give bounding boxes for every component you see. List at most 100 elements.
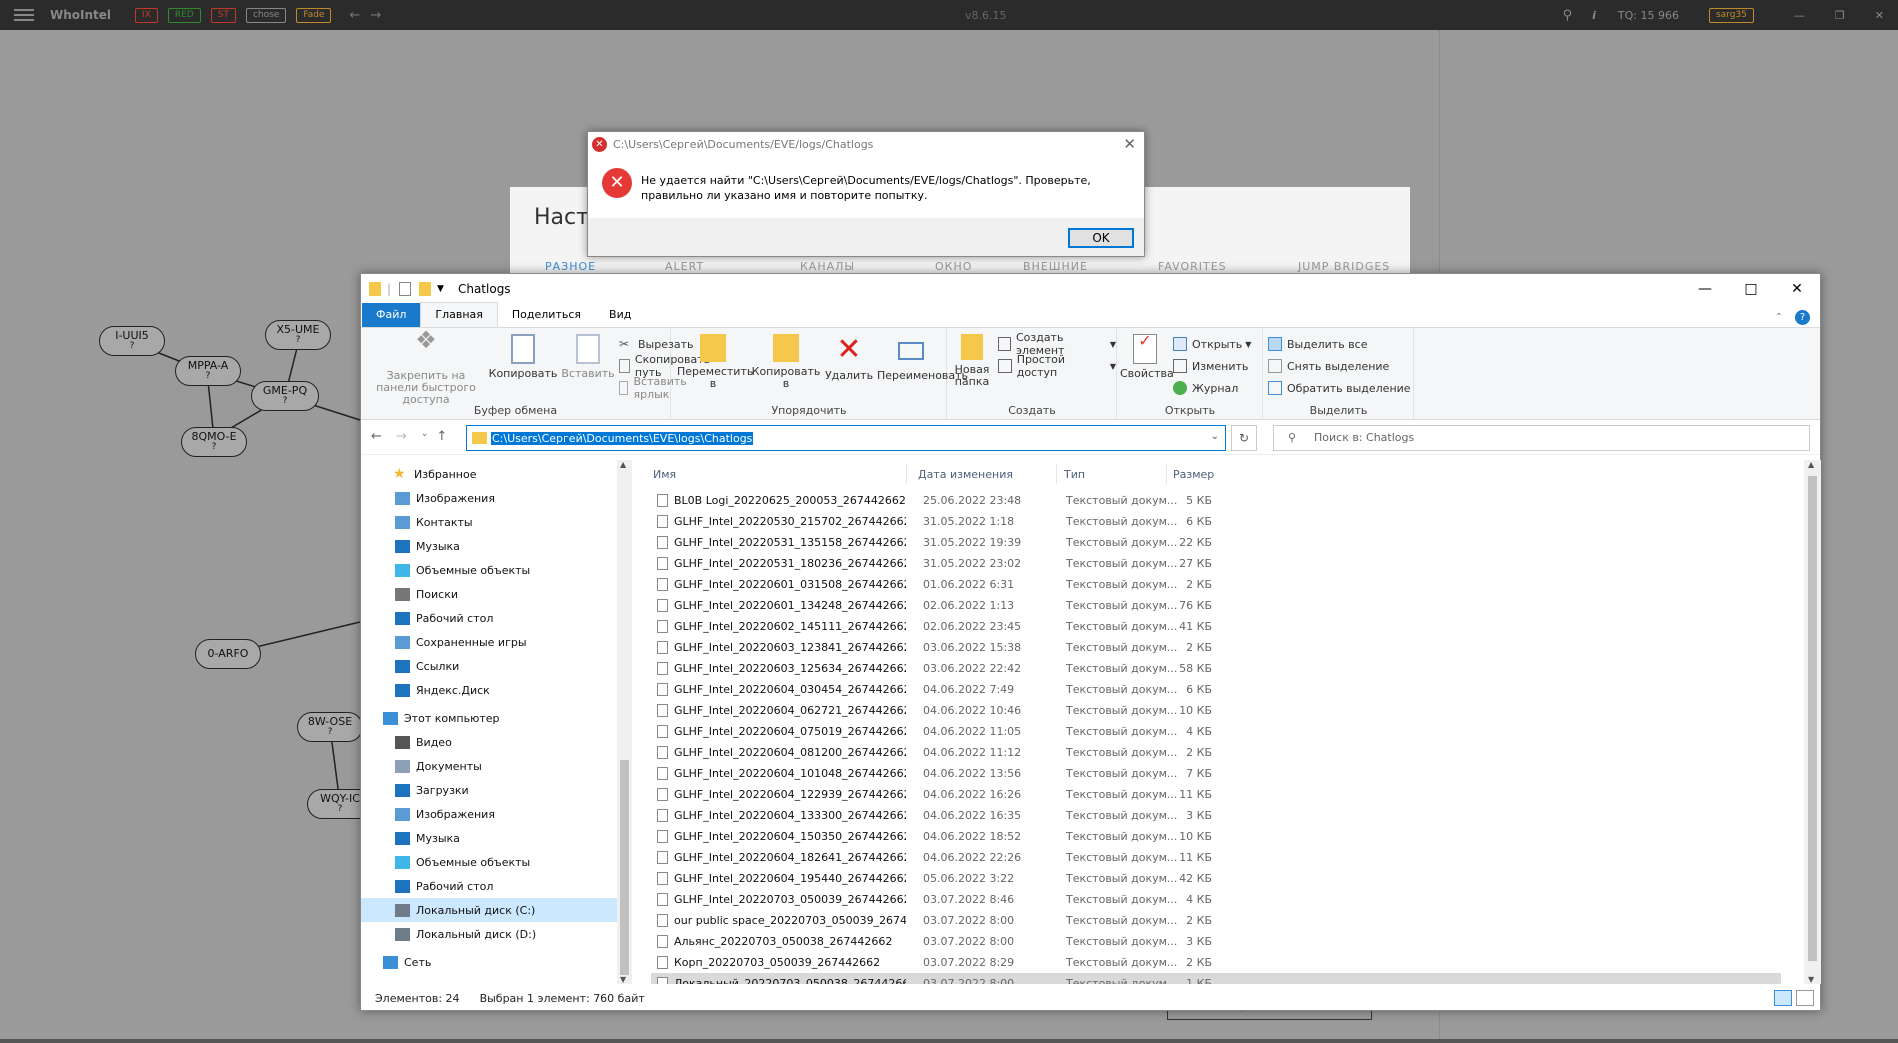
paste-button[interactable]: Вставить [560, 334, 616, 380]
file-row[interactable]: GLHF_Intel_20220603_125634_267442662 03.0… [651, 658, 1781, 679]
pin-button[interactable]: ❖ Закрепить на панели быстрого доступа [366, 328, 486, 406]
close-icon[interactable]: ✕ [1875, 9, 1884, 22]
copy-to-button[interactable]: Копировать в [751, 334, 821, 390]
file-row[interactable]: GLHF_Intel_20220604_195440_267442662 05.0… [651, 868, 1781, 889]
nav-item[interactable]: Локальный диск (D:) [361, 922, 617, 946]
file-row[interactable]: GLHF_Intel_20220604_122939_267442662 04.0… [651, 784, 1781, 805]
map-node[interactable]: 8W-OSE? [297, 712, 363, 742]
nav-item[interactable]: Сеть [361, 950, 617, 974]
map-node[interactable]: X5-UME? [265, 320, 331, 350]
file-row[interactable]: BL0B Logi_20220625_200053_267442662 25.06… [651, 490, 1781, 511]
scroll-up-icon[interactable]: ▲ [620, 460, 626, 469]
new-folder-quick-icon[interactable] [419, 282, 432, 296]
map-node[interactable]: MPPA-A? [175, 356, 241, 386]
rename-button[interactable]: Переименовать [877, 334, 968, 382]
new-folder-button[interactable]: Новая папка [950, 334, 994, 388]
file-row[interactable]: GLHF_Intel_20220604_081200_267442662 04.0… [651, 742, 1781, 763]
minimize-icon[interactable]: — [1682, 274, 1728, 304]
file-row[interactable]: Корп_20220703_050039_267442662 03.07.2022… [651, 952, 1781, 973]
edit-button[interactable]: Изменить [1173, 356, 1248, 376]
large-icons-view-icon[interactable] [1796, 990, 1814, 1006]
file-row[interactable]: GLHF_Intel_20220604_075019_267442662 04.0… [651, 721, 1781, 742]
hamburger-menu-icon[interactable] [14, 9, 34, 21]
properties-button[interactable]: ✓ Свойства [1120, 333, 1174, 380]
filter-tag[interactable]: chose [245, 7, 287, 23]
nav-item[interactable]: Рабочий стол [361, 874, 617, 898]
scroll-up-icon[interactable]: ▲ [1808, 460, 1814, 469]
nav-item[interactable]: Музыка [361, 534, 617, 558]
tab-share[interactable]: Поделиться [498, 303, 595, 327]
nav-item[interactable]: Видео [361, 730, 617, 754]
close-icon[interactable]: ✕ [1123, 135, 1136, 153]
minimize-icon[interactable]: — [1794, 9, 1805, 22]
new-item-button[interactable]: Создать элемент ▼ [998, 331, 1116, 357]
nav-item[interactable]: Музыка [361, 826, 617, 850]
file-row[interactable]: GLHF_Intel_20220601_031508_267442662 01.0… [651, 574, 1781, 595]
move-to-button[interactable]: Переместить в [677, 334, 753, 390]
nav-item[interactable]: Документы [361, 754, 617, 778]
search-input[interactable]: ⚲ Поиск в: Chatlogs [1273, 425, 1810, 451]
scroll-down-icon[interactable]: ▼ [1808, 975, 1814, 984]
search-icon[interactable]: ⚲ [1563, 8, 1573, 23]
scroll-down-icon[interactable]: ▼ [620, 975, 626, 984]
nav-item[interactable]: Яндекс.Диск [361, 678, 617, 702]
file-row[interactable]: GLHF_Intel_20220531_135158_267442662 31.0… [651, 532, 1781, 553]
file-row[interactable]: our public space_20220703_050039_26744..… [651, 910, 1781, 931]
file-row[interactable]: GLHF_Intel_20220531_180236_267442662 31.0… [651, 553, 1781, 574]
forward-arrow-icon[interactable]: → [370, 8, 381, 23]
tab-favorites[interactable]: FAVORITES [1158, 260, 1298, 273]
tab-channels[interactable]: КАНАЛЫ [800, 260, 935, 273]
nav-item[interactable]: ★ Избранное [361, 462, 617, 486]
map-node[interactable]: 8QMO-E? [181, 427, 247, 457]
back-arrow-icon[interactable]: ← [349, 8, 360, 23]
invert-selection-button[interactable]: Обратить выделение [1268, 378, 1411, 398]
back-arrow-icon[interactable]: ← [371, 429, 382, 444]
open-button[interactable]: Открыть ▼ [1173, 334, 1251, 354]
file-row[interactable]: GLHF_Intel_20220604_133300_267442662 04.0… [651, 805, 1781, 826]
forward-arrow-icon[interactable]: → [396, 429, 407, 444]
file-row[interactable]: Альянс_20220703_050038_267442662 03.07.20… [651, 931, 1781, 952]
tab-file[interactable]: Файл [362, 303, 421, 327]
close-icon[interactable]: ✕ [1774, 274, 1820, 304]
up-arrow-icon[interactable]: ↑ [436, 429, 447, 444]
delete-button[interactable]: ✕ Удалить [824, 334, 874, 382]
maximize-icon[interactable]: ❐ [1835, 9, 1845, 22]
nav-item[interactable]: Загрузки [361, 778, 617, 802]
copy-button[interactable]: Копировать [488, 334, 558, 380]
nav-item[interactable]: Рабочий стол [361, 606, 617, 630]
chevron-up-icon[interactable]: ⌃ [1775, 312, 1783, 323]
file-row[interactable]: GLHF_Intel_20220602_145111_267442662 02.0… [651, 616, 1781, 637]
nav-item[interactable]: Изображения [361, 802, 617, 826]
file-row[interactable]: Локальный_20220703_050038_267442662 03.07… [651, 973, 1781, 984]
map-node[interactable]: 0-ARFO [195, 639, 261, 669]
nav-scroll-thumb[interactable] [620, 760, 629, 975]
easy-access-button[interactable]: Простой доступ ▼ [998, 353, 1116, 379]
chevron-down-icon[interactable]: ⌄ [1211, 431, 1219, 442]
nav-scrollbar[interactable]: ▲ ▼ [617, 460, 632, 984]
filter-tag[interactable]: RED [167, 7, 201, 23]
nav-item[interactable]: Этот компьютер [361, 706, 617, 730]
ok-button[interactable]: OK [1068, 228, 1134, 248]
nav-item[interactable]: Поиски [361, 582, 617, 606]
file-list-scrollbar[interactable]: ▲ ▼ [1804, 460, 1821, 984]
tab-misc[interactable]: РАЗНОЕ [545, 260, 665, 273]
details-view-icon[interactable] [1774, 990, 1792, 1006]
help-icon[interactable]: ? [1795, 310, 1810, 325]
file-row[interactable]: GLHF_Intel_20220604_182641_267442662 04.0… [651, 847, 1781, 868]
tab-view[interactable]: Вид [595, 303, 645, 327]
user-badge[interactable]: sarg35 [1708, 7, 1754, 23]
file-row[interactable]: GLHF_Intel_20220703_050039_267442662 03.0… [651, 889, 1781, 910]
tab-window[interactable]: ОКНО [935, 260, 1023, 273]
tab-jump-bridges[interactable]: JUMP BRIDGES [1298, 260, 1390, 273]
refresh-icon[interactable]: ↻ [1231, 425, 1257, 451]
filter-tag[interactable]: ST [210, 7, 236, 23]
nav-item[interactable]: Изображения [361, 486, 617, 510]
file-row[interactable]: GLHF_Intel_20220530_215702_267442662 31.0… [651, 511, 1781, 532]
nav-item[interactable]: Контакты [361, 510, 617, 534]
nav-item[interactable]: Ссылки [361, 654, 617, 678]
file-row[interactable]: GLHF_Intel_20220604_101048_267442662 04.0… [651, 763, 1781, 784]
column-size[interactable]: Размер [1173, 468, 1214, 481]
file-scroll-thumb[interactable] [1808, 476, 1817, 961]
file-row[interactable]: GLHF_Intel_20220604_150350_267442662 04.0… [651, 826, 1781, 847]
customize-quick-access-icon[interactable]: ▼ [437, 284, 444, 294]
